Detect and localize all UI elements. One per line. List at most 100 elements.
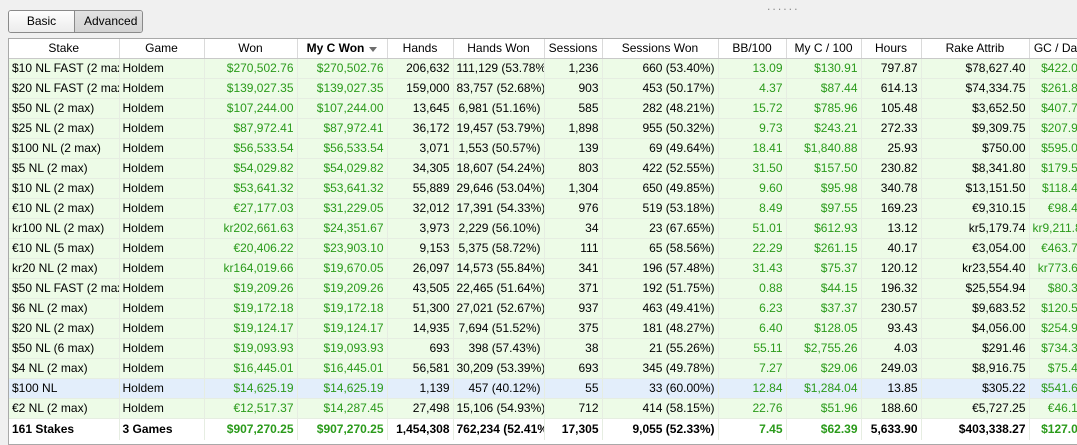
cell-stake: $50 NL (2 max) <box>9 98 120 119</box>
column-header-won[interactable]: Won <box>204 39 298 59</box>
column-header-stake[interactable]: Stake <box>9 39 120 59</box>
cell-hands: 55,889 <box>387 178 454 199</box>
cell-gc-day: $261.82 <box>1029 78 1077 99</box>
cell-my-c-100: $1,284.04 <box>786 378 862 399</box>
table-row[interactable]: €2 NL (2 max) Holdem €12,517.37 $14,287.45 2… <box>9 398 1077 419</box>
cell-hands: 1,139 <box>387 378 454 399</box>
cell-bb-100: 18.41 <box>718 138 787 159</box>
cell-hands: 27,498 <box>387 398 454 419</box>
cell-game: Holdem <box>119 278 205 299</box>
cell-sessions-won: 196 (57.48%) <box>602 258 719 279</box>
cell-my-c-100: $29.06 <box>786 358 862 379</box>
cell-sessions: 1,236 <box>544 58 603 79</box>
cell-sessions: 585 <box>544 98 603 119</box>
cell-gc-day: $75.44 <box>1029 358 1077 379</box>
column-header-hands[interactable]: Hands <box>387 39 454 59</box>
cell-bb-100: 4.37 <box>718 78 787 99</box>
column-header-my-c-100[interactable]: My C / 100 <box>786 39 862 59</box>
cell-rake-attrib: $4,056.00 <box>921 318 1030 339</box>
cell-won: €12,517.37 <box>204 398 298 419</box>
cell-bb-100: 22.29 <box>718 238 787 259</box>
splitter-grip-handle[interactable]: ...... <box>766 3 799 13</box>
cell-my-c-100: $95.98 <box>786 178 862 199</box>
cell-rake-attrib: €5,727.25 <box>921 398 1030 419</box>
column-header-hands-won[interactable]: Hands Won <box>453 39 545 59</box>
cell-hours: 25.93 <box>861 138 922 159</box>
cell-stake: €10 NL (2 max) <box>9 198 120 219</box>
column-header-hours[interactable]: Hours <box>861 39 922 59</box>
table-row[interactable]: $20 NL (2 max) Holdem $19,124.17 $19,124.17… <box>9 318 1077 339</box>
column-header-bb-100[interactable]: BB/100 <box>718 39 787 59</box>
cell-won: kr202,661.63 <box>204 218 298 239</box>
table-row[interactable]: $50 NL FAST (2 max) Holdem $19,209.26 $19,2… <box>9 278 1077 299</box>
cell-stake: $10 NL (2 max) <box>9 178 120 199</box>
table-row[interactable]: $100 NL Holdem $14,625.19 $14,625.19 1,139 45… <box>9 378 1077 399</box>
cell-rake-attrib: $78,627.40 <box>921 58 1030 79</box>
cell-won: $19,093.93 <box>204 338 298 359</box>
cell-hands: 159,000 <box>387 78 454 99</box>
tab-advanced[interactable]: Advanced <box>75 11 142 32</box>
cell-game: Holdem <box>119 358 205 379</box>
total-hands-won: 762,234 (52.41%) <box>453 418 545 440</box>
column-header-label: Hours <box>874 41 907 56</box>
cell-gc-day: $80.37 <box>1029 278 1077 299</box>
cell-stake: kr20 NL (2 max) <box>9 258 120 279</box>
cell-game: Holdem <box>119 238 205 259</box>
cell-my-c-100: $785.96 <box>786 98 862 119</box>
cell-my-c-100: $1,840.88 <box>786 138 862 159</box>
table-row[interactable]: $4 NL (2 max) Holdem $16,445.01 $16,445.01 5… <box>9 358 1077 379</box>
cell-my-c-100: $2,755.26 <box>786 338 862 359</box>
cell-bb-100: 7.27 <box>718 358 787 379</box>
table-row[interactable]: kr100 NL (2 max) Holdem kr202,661.63 $24,35… <box>9 218 1077 239</box>
cell-rake-attrib: kr23,554.40 <box>921 258 1030 279</box>
cell-rake-attrib: $13,151.50 <box>921 178 1030 199</box>
cell-bb-100: 31.43 <box>718 258 787 279</box>
total-rake-attrib: $403,338.27 <box>921 418 1030 440</box>
tab-basic[interactable]: Basic <box>9 11 75 32</box>
cell-my-c-100: $97.55 <box>786 198 862 219</box>
cell-gc-day: €463.78 <box>1029 238 1077 259</box>
cell-rake-attrib: $74,334.75 <box>921 78 1030 99</box>
cell-sessions-won: 65 (58.56%) <box>602 238 719 259</box>
column-header-gc-day[interactable]: GC / Day <box>1029 39 1077 59</box>
column-header-rake-attrib[interactable]: Rake Attrib <box>921 39 1030 59</box>
table-row[interactable]: $5 NL (2 max) Holdem $54,029.82 $54,029.82 3… <box>9 158 1077 179</box>
cell-hours: 169.23 <box>861 198 922 219</box>
table-row[interactable]: $10 NL (2 max) Holdem $53,641.32 $53,641.32… <box>9 178 1077 199</box>
cell-sessions: 371 <box>544 278 603 299</box>
cell-hands: 51,300 <box>387 298 454 319</box>
table-row[interactable]: $6 NL (2 max) Holdem $19,172.18 $19,172.18 5… <box>9 298 1077 319</box>
cell-game: Holdem <box>119 178 205 199</box>
cell-gc-day: €98.47 <box>1029 198 1077 219</box>
cell-hands: 693 <box>387 338 454 359</box>
table-row[interactable]: $100 NL (2 max) Holdem $56,533.54 $56,533.5… <box>9 138 1077 159</box>
table-row[interactable]: €10 NL (2 max) Holdem €27,177.03 $31,229.05… <box>9 198 1077 219</box>
cell-my-c-100: $128.05 <box>786 318 862 339</box>
table-row[interactable]: kr20 NL (2 max) Holdem kr164,019.66 $19,670… <box>9 258 1077 279</box>
table-row[interactable]: $10 NL FAST (2 max) Holdem $270,502.76 $270… <box>9 58 1077 79</box>
cell-bb-100: 22.76 <box>718 398 787 419</box>
cell-sessions-won: 453 (50.17%) <box>602 78 719 99</box>
cell-hands: 36,172 <box>387 118 454 139</box>
cell-my-c-won: $87,972.41 <box>297 118 388 139</box>
table-row[interactable]: $50 NL (2 max) Holdem $107,244.00 $107,244.… <box>9 98 1077 119</box>
cell-sessions: 976 <box>544 198 603 219</box>
table-row[interactable]: €10 NL (5 max) Holdem €20,406.22 $23,903.10… <box>9 238 1077 259</box>
cell-sessions-won: 422 (52.55%) <box>602 158 719 179</box>
column-header-game[interactable]: Game <box>119 39 205 59</box>
table-row[interactable]: $50 NL (6 max) Holdem $19,093.93 $19,093.93… <box>9 338 1077 359</box>
cell-my-c-won: $23,903.10 <box>297 238 388 259</box>
table-row[interactable]: $25 NL (2 max) Holdem $87,972.41 $87,972.41… <box>9 118 1077 139</box>
cell-won: €20,406.22 <box>204 238 298 259</box>
cell-hands-won: 14,573 (55.84%) <box>453 258 545 279</box>
view-mode-toggle: Basic Advanced <box>8 10 143 33</box>
column-header-my-c-won[interactable]: My C Won <box>297 39 388 59</box>
column-header-sessions[interactable]: Sessions <box>544 39 603 59</box>
cell-sessions: 937 <box>544 298 603 319</box>
table-row[interactable]: $20 NL FAST (2 max) Holdem $139,027.35 $139… <box>9 78 1077 99</box>
cell-bb-100: 13.09 <box>718 58 787 79</box>
total-sessions-won: 9,055 (52.33%) <box>602 418 719 440</box>
column-header-sessions-won[interactable]: Sessions Won <box>602 39 719 59</box>
cell-gc-day: kr9,211.89 <box>1029 218 1077 239</box>
cell-hands-won: 29,646 (53.04%) <box>453 178 545 199</box>
